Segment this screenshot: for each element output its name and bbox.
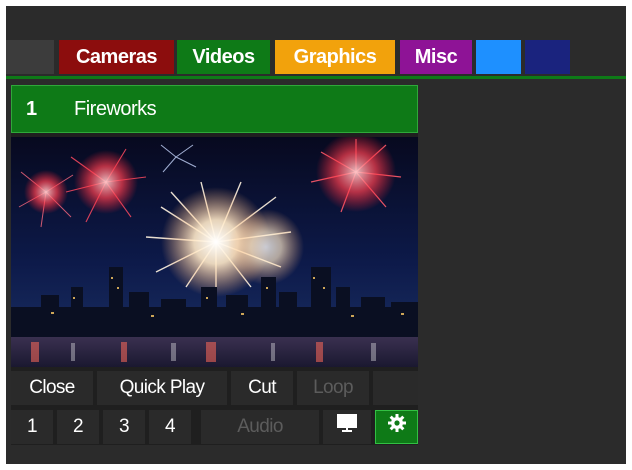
tab-videos[interactable]: Videos bbox=[177, 40, 270, 74]
input-preview[interactable] bbox=[11, 137, 418, 367]
monitor-button[interactable] bbox=[323, 410, 371, 444]
overlay-2-button[interactable]: 2 bbox=[57, 410, 99, 444]
quick-play-button[interactable]: Quick Play bbox=[97, 371, 227, 405]
overlay-3-button[interactable]: 3 bbox=[103, 410, 145, 444]
loop-button[interactable]: Loop bbox=[297, 371, 369, 405]
tab-graphics[interactable]: Graphics bbox=[275, 40, 395, 74]
input-title: Fireworks bbox=[74, 98, 157, 120]
tab-cameras[interactable]: Cameras bbox=[59, 40, 174, 74]
overlay-controls: 1 2 3 4 Audio bbox=[11, 410, 418, 446]
tab-blank-1[interactable] bbox=[6, 40, 54, 74]
settings-button[interactable] bbox=[375, 410, 418, 444]
overlay-4-button[interactable]: 4 bbox=[149, 410, 191, 444]
blank-control-button[interactable] bbox=[373, 371, 418, 405]
audio-button[interactable]: Audio bbox=[201, 410, 319, 444]
input-panel: 1 Fireworks Close Quick Play Cut Loop 1 … bbox=[11, 85, 418, 445]
close-button[interactable]: Close bbox=[11, 371, 93, 405]
cut-button[interactable]: Cut bbox=[231, 371, 293, 405]
playback-controls: Close Quick Play Cut Loop bbox=[11, 371, 418, 407]
monitor-icon bbox=[337, 410, 357, 444]
tab-blue[interactable] bbox=[476, 40, 521, 74]
gear-icon bbox=[387, 411, 407, 445]
tab-underline bbox=[6, 76, 626, 79]
vmix-panel-screen: Cameras Videos Graphics Misc 1 Fireworks bbox=[6, 6, 626, 464]
fireworks-thumbnail bbox=[11, 137, 418, 367]
tab-navy[interactable] bbox=[525, 40, 570, 74]
overlay-1-button[interactable]: 1 bbox=[11, 410, 53, 444]
input-title-bar[interactable]: 1 Fireworks bbox=[11, 85, 418, 133]
input-number: 1 bbox=[26, 98, 38, 120]
tab-bar: Cameras Videos Graphics Misc bbox=[6, 38, 626, 79]
tab-misc[interactable]: Misc bbox=[400, 40, 472, 74]
